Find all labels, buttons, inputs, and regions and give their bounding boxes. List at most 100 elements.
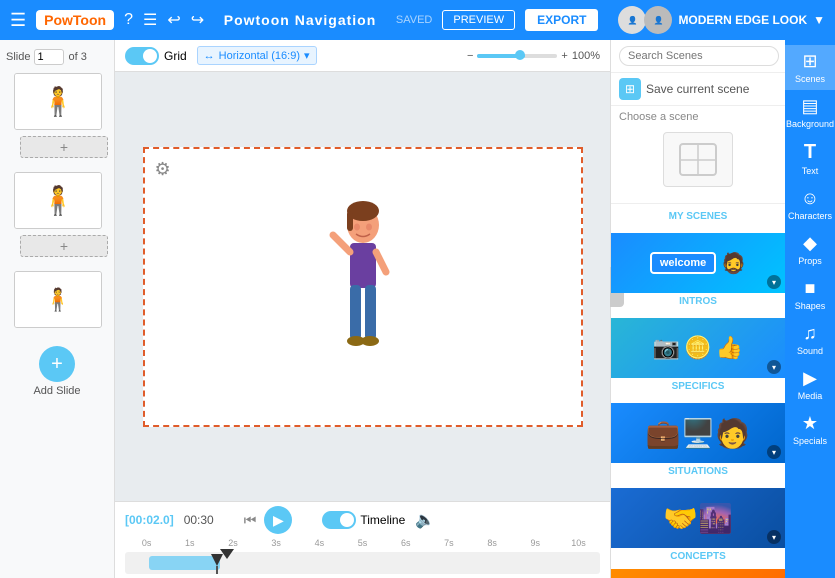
save-scene-icon: ⊞	[619, 78, 641, 100]
timeline-toggle-switch[interactable]	[322, 511, 356, 529]
ruler-marks: 0s 1s 2s 3s 4s 5s 6s 7s 8s 9s 10s	[125, 538, 600, 548]
slide-row-2: 02 🧍	[0, 168, 114, 233]
intros-thumbnail[interactable]: welcome 🧔 ▾	[611, 233, 785, 293]
characters-icon-label: Characters	[788, 211, 832, 221]
avatar: 👤	[618, 6, 646, 34]
slide-add-icon-1[interactable]: +	[20, 136, 108, 158]
sidebar-item-text[interactable]: T Text	[785, 135, 835, 182]
scenes-search-input[interactable]	[619, 46, 779, 66]
slide-thumbnail-1[interactable]: 🧍	[14, 73, 102, 130]
slide-thumb-inner-2: 🧍	[15, 173, 101, 228]
zoom-percent: 100%	[572, 50, 600, 62]
zoom-plus[interactable]: +	[561, 50, 567, 62]
sidebar-item-media[interactable]: ▶ Media	[785, 362, 835, 407]
pin-stick	[216, 566, 218, 574]
export-button[interactable]: EXPORT	[525, 9, 598, 31]
slide-character-2: 🧍	[41, 184, 76, 217]
zoom-minus[interactable]: −	[467, 50, 473, 62]
redo-icon[interactable]: ↪	[191, 10, 204, 30]
slides-sidebar: Slide of 3 01 🧍 + 02 🧍 +	[0, 40, 115, 578]
play-icon: ▶	[273, 512, 284, 529]
step-back-icon[interactable]: ⏮	[244, 512, 257, 529]
aspect-label: Horizontal (16:9)	[219, 50, 300, 62]
specifics-thumbnail[interactable]: 📷 🪙 👍 ▾	[611, 318, 785, 378]
concepts-thumb-img: 🤝🌆	[611, 488, 785, 548]
add-slide-button[interactable]: + Add Slide	[33, 346, 80, 397]
get-started-banner[interactable]: 📢 GET STARTED CLICK HERE	[611, 569, 785, 578]
top-navbar: ☰ PowToon ? ☰ ↩ ↪ Powtoon Navigation SAV…	[0, 0, 835, 40]
preview-button[interactable]: PREVIEW	[442, 10, 515, 30]
timeline-area: [00:02.0] 00:30 ⏮ ▶ Timeline 🔈	[115, 501, 610, 578]
shapes-icon: ■	[805, 278, 816, 299]
my-scenes-section: MY SCENES	[611, 204, 785, 229]
ruler-6s: 6s	[384, 538, 427, 548]
intros-arrow: ▾	[767, 275, 781, 289]
timeline-toggle: Timeline	[322, 511, 405, 529]
slide-add-icon-2[interactable]: +	[20, 235, 108, 257]
slide-character-1: 🧍	[41, 85, 76, 118]
characters-icon: ☺	[801, 188, 819, 209]
sidebar-item-shapes[interactable]: ■ Shapes	[785, 272, 835, 317]
choose-scene-label: Choose a scene	[611, 106, 785, 128]
slide-thumbnail-2[interactable]: 🧍	[14, 172, 102, 229]
concepts-thumbnail[interactable]: 🤝🌆 ▾	[611, 488, 785, 548]
username-label: MODERN EDGE LOOK	[678, 13, 807, 27]
hamburger-menu[interactable]: ☰	[10, 10, 26, 31]
toggle-knob	[143, 49, 157, 63]
specifics-section: 📷 🪙 👍 ▾ SPECIFICS	[611, 314, 785, 399]
media-icon-label: Media	[798, 391, 823, 401]
situations-section: 💼🖥️🧑 ▾ SITUATIONS	[611, 399, 785, 484]
aspect-ratio-dropdown[interactable]: ↔ Horizontal (16:9) ▾	[197, 46, 317, 65]
sidebar-item-scenes[interactable]: ⊞ Scenes	[785, 45, 835, 90]
timeline-pin[interactable]	[211, 554, 223, 574]
shapes-icon-label: Shapes	[795, 301, 826, 311]
pin-arrow	[211, 554, 223, 566]
intros-section: welcome 🧔 ▾ INTROS	[611, 229, 785, 314]
slide-thumbnail-3[interactable]: 🧍	[14, 271, 102, 328]
help-icon[interactable]: ?	[124, 11, 133, 29]
sidebar-item-background[interactable]: ▤ Background	[785, 90, 835, 135]
sidebar-item-characters[interactable]: ☺ Characters	[785, 182, 835, 227]
specifics-label: SPECIFICS	[611, 378, 785, 395]
scenes-icon: ⊞	[802, 51, 817, 72]
icon-sidebar: ⊞ Scenes ▤ Background T Text ☺ Character…	[785, 40, 835, 578]
slide-controls: Slide of 3	[0, 45, 114, 69]
background-icon-label: Background	[786, 119, 834, 129]
slide-row-1: 01 🧍	[0, 69, 114, 134]
volume-icon[interactable]: 🔈	[415, 510, 435, 530]
profile-dropdown-arrow[interactable]: ▼	[813, 13, 825, 27]
total-duration: 00:30	[184, 513, 214, 527]
notes-icon[interactable]: ☰	[143, 10, 157, 30]
scenes-search-bar: 🔍	[611, 40, 785, 73]
user-profile: 👤 👤 MODERN EDGE LOOK ▼	[618, 6, 825, 34]
props-icon: ◆	[803, 233, 817, 254]
scene-placeholder[interactable]	[663, 132, 733, 187]
grid-toggle-switch[interactable]	[125, 47, 159, 65]
play-button[interactable]: ▶	[264, 506, 292, 534]
timeline-track[interactable]	[125, 552, 600, 574]
slide-number-input[interactable]	[34, 49, 64, 65]
chevron-down-icon: ▾	[304, 49, 310, 62]
canvas-gear-icon[interactable]: ⚙	[155, 159, 171, 180]
sound-icon-label: Sound	[797, 346, 823, 356]
slide-label: Slide	[6, 51, 30, 63]
canvas-toolbar: Grid ↔ Horizontal (16:9) ▾ − + 100%	[115, 40, 610, 72]
zoom-handle	[515, 50, 525, 60]
specials-icon-label: Specials	[793, 436, 827, 446]
undo-icon[interactable]: ↩	[167, 10, 180, 30]
zoom-bar[interactable]	[477, 54, 557, 58]
ruler-10s: 10s	[557, 538, 600, 548]
current-time: [00:02.0]	[125, 513, 174, 527]
save-scene-label: Save current scene	[646, 82, 749, 96]
situations-thumbnail[interactable]: 💼🖥️🧑 ▾	[611, 403, 785, 463]
sidebar-item-specials[interactable]: ★ Specials	[785, 407, 835, 452]
grid-label: Grid	[164, 49, 187, 63]
save-scene-button[interactable]: ⊞ Save current scene	[611, 73, 785, 106]
nav-icons: ? ☰ ↩ ↪	[124, 10, 204, 30]
canvas-frame[interactable]: ⚙	[143, 147, 583, 427]
specifics-arrow: ▾	[767, 360, 781, 374]
sidebar-item-sound[interactable]: ♫ Sound	[785, 317, 835, 362]
sidebar-item-props[interactable]: ◆ Props	[785, 227, 835, 272]
grid-toggle[interactable]: Grid	[125, 47, 187, 65]
concepts-arrow: ▾	[767, 530, 781, 544]
